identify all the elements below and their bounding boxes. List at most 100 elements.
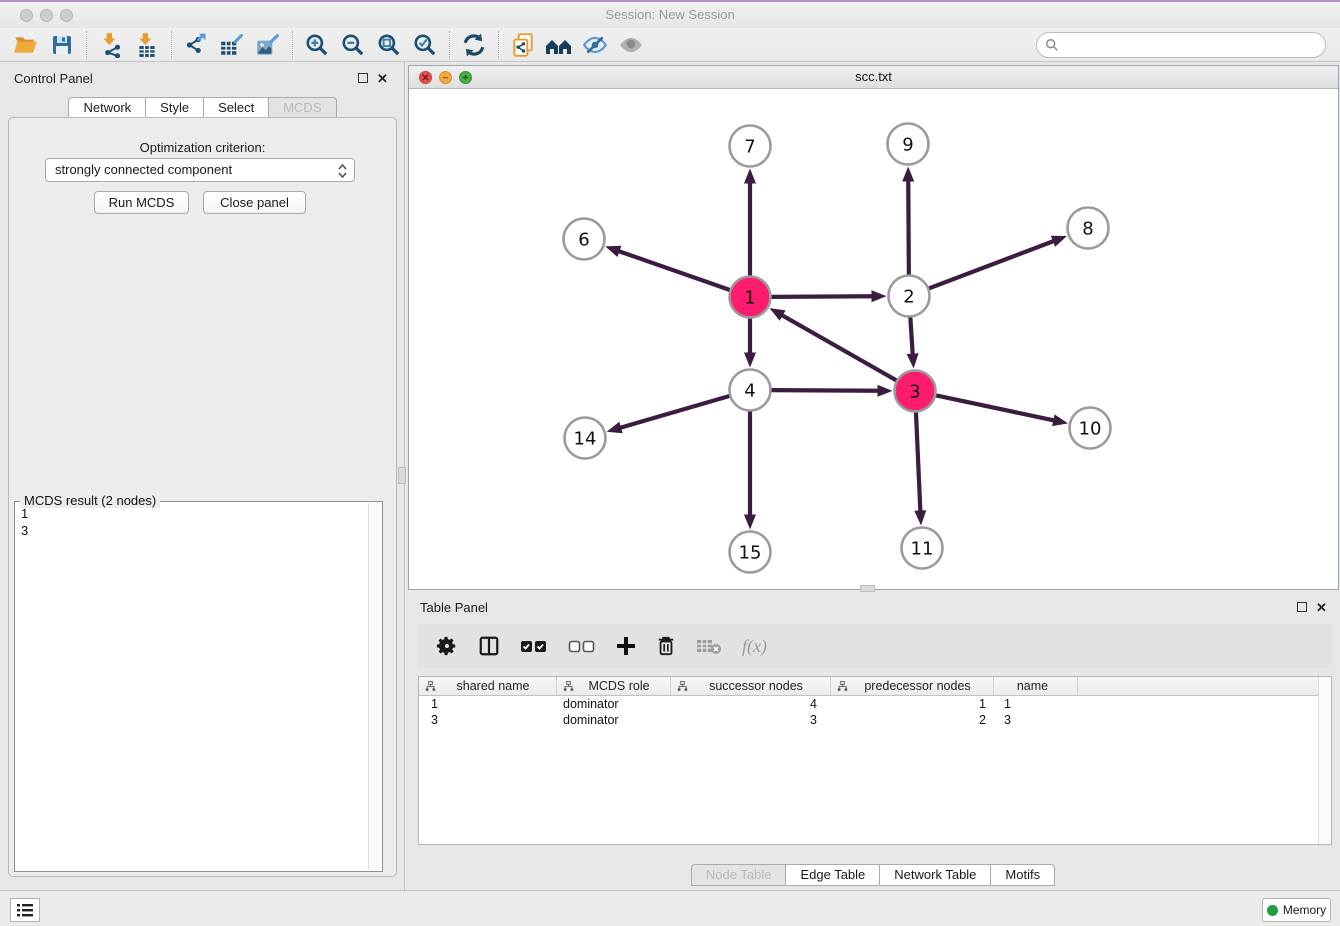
tab-node-table[interactable]: Node Table <box>691 864 786 886</box>
column-header-name[interactable]: name <box>994 677 1078 695</box>
edge-3-1[interactable] <box>781 315 897 381</box>
run-mcds-button[interactable]: Run MCDS <box>94 191 189 214</box>
table-cell[interactable]: 1 <box>831 696 994 712</box>
close-window-icon[interactable] <box>20 9 33 22</box>
horizontal-divider-handle[interactable] <box>860 585 875 592</box>
node-7[interactable]: 7 <box>730 126 771 167</box>
edge-4-3[interactable] <box>770 390 879 391</box>
node-14[interactable]: 14 <box>565 418 606 459</box>
table-cell[interactable]: 3 <box>419 712 557 728</box>
network-window-titlebar[interactable]: ✕ − + scc.txt <box>409 66 1338 89</box>
criterion-select[interactable]: strongly connected component <box>45 158 355 182</box>
node-label: 10 <box>1079 418 1102 439</box>
close-table-panel-icon[interactable]: ✕ <box>1316 600 1327 616</box>
export-table-icon[interactable] <box>214 30 250 60</box>
table-row[interactable]: 3dominator323 <box>419 712 1331 728</box>
show-icon[interactable] <box>613 30 649 60</box>
open-session-icon[interactable] <box>8 30 44 60</box>
tab-edge-table[interactable]: Edge Table <box>785 864 879 886</box>
table-cell[interactable]: 4 <box>671 696 831 712</box>
zoom-selected-icon[interactable] <box>407 30 443 60</box>
node-15[interactable]: 15 <box>730 532 771 573</box>
edge-3-10[interactable] <box>935 395 1055 420</box>
maximize-window-icon[interactable] <box>60 9 73 22</box>
tab-select[interactable]: Select <box>203 97 268 119</box>
table-cell[interactable]: dominator <box>557 712 671 728</box>
node-4[interactable]: 4 <box>730 370 771 411</box>
node-11[interactable]: 11 <box>902 528 943 569</box>
network-canvas[interactable]: 7 9 6 8 1 2 4 3 14 10 15 11 <box>409 89 1338 589</box>
split-columns-icon[interactable] <box>478 631 500 661</box>
import-network-icon[interactable] <box>93 30 129 60</box>
mcds-result-list[interactable]: 1 3 <box>21 505 28 539</box>
table-cell[interactable]: 2 <box>831 712 994 728</box>
tab-network[interactable]: Network <box>68 97 145 119</box>
panel-divider-handle[interactable] <box>398 467 406 484</box>
column-header-successor-nodes[interactable]: successor nodes <box>671 677 831 695</box>
delete-column-icon[interactable] <box>656 631 676 661</box>
table-scrollbar[interactable] <box>1318 677 1331 844</box>
node-1[interactable]: 1 <box>730 277 771 318</box>
node-3[interactable]: 3 <box>895 371 936 412</box>
table-cell[interactable]: 1 <box>994 696 1078 712</box>
edge-2-8[interactable] <box>928 241 1055 289</box>
node-2[interactable]: 2 <box>889 276 930 317</box>
reload-icon[interactable] <box>456 30 492 60</box>
minimize-window-icon[interactable] <box>40 9 53 22</box>
zoom-out-icon[interactable] <box>335 30 371 60</box>
column-header-MCDS-role[interactable]: MCDS role <box>557 677 671 695</box>
search-input[interactable] <box>1036 32 1326 58</box>
zoom-fit-icon[interactable] <box>371 30 407 60</box>
node-9[interactable]: 9 <box>888 124 929 165</box>
network-view-window[interactable]: ✕ − + scc.txt 7 9 6 8 1 2 4 3 14 10 15 11 <box>408 65 1339 590</box>
edge-arrow-2-8 <box>1051 236 1067 247</box>
node-8[interactable]: 8 <box>1068 208 1109 249</box>
network-maximize-icon[interactable]: + <box>459 71 472 84</box>
deselect-all-columns-icon[interactable] <box>568 631 596 661</box>
table-cell[interactable]: dominator <box>557 696 671 712</box>
window-title: Session: New Session <box>0 2 1340 28</box>
table-row[interactable]: 1dominator411 <box>419 696 1331 712</box>
hide-icon[interactable] <box>577 30 613 60</box>
table-cell[interactable]: 1 <box>419 696 557 712</box>
export-network-icon[interactable] <box>178 30 214 60</box>
add-column-icon[interactable] <box>616 631 636 661</box>
close-panel-icon[interactable]: ✕ <box>377 71 388 87</box>
memory-button[interactable]: Memory <box>1262 898 1331 922</box>
import-table-icon[interactable] <box>129 30 165 60</box>
task-history-button[interactable] <box>10 898 40 922</box>
edge-2-3[interactable] <box>910 316 912 355</box>
zoom-in-icon[interactable] <box>299 30 335 60</box>
select-all-columns-icon[interactable] <box>520 631 548 661</box>
float-table-panel-icon[interactable] <box>1297 602 1307 612</box>
table-cell[interactable]: 3 <box>994 712 1078 728</box>
network-minimize-icon[interactable]: − <box>439 71 452 84</box>
edge-1-2[interactable] <box>770 296 873 297</box>
node-label: 7 <box>744 136 755 157</box>
edge-4-14[interactable] <box>619 396 730 428</box>
export-image-icon[interactable] <box>250 30 286 60</box>
close-panel-button[interactable]: Close panel <box>203 191 306 214</box>
result-scrollbar[interactable] <box>368 503 381 870</box>
network-close-icon[interactable]: ✕ <box>419 71 432 84</box>
edge-1-6[interactable] <box>618 251 731 291</box>
clone-network-icon[interactable] <box>505 30 541 60</box>
neighbors-icon[interactable] <box>541 30 577 60</box>
tab-network-table[interactable]: Network Table <box>879 864 990 886</box>
table-cell[interactable]: 3 <box>671 712 831 728</box>
node-label: 6 <box>578 229 589 250</box>
edge-3-11[interactable] <box>916 411 921 512</box>
node-10[interactable]: 10 <box>1070 408 1111 449</box>
tab-mcds[interactable]: MCDS <box>268 97 336 119</box>
tab-style[interactable]: Style <box>145 97 203 119</box>
gear-icon[interactable] <box>436 631 458 661</box>
app-titlebar[interactable]: Session: New Session <box>0 2 1340 28</box>
float-panel-icon[interactable] <box>358 73 368 83</box>
edge-2-9[interactable] <box>908 179 909 275</box>
save-session-icon[interactable] <box>44 30 80 60</box>
column-header-shared-name[interactable]: shared name <box>419 677 557 695</box>
column-header-predecessor-nodes[interactable]: predecessor nodes <box>831 677 994 695</box>
node-6[interactable]: 6 <box>564 219 605 260</box>
search-field[interactable] <box>1036 32 1326 58</box>
tab-motifs[interactable]: Motifs <box>990 864 1055 886</box>
